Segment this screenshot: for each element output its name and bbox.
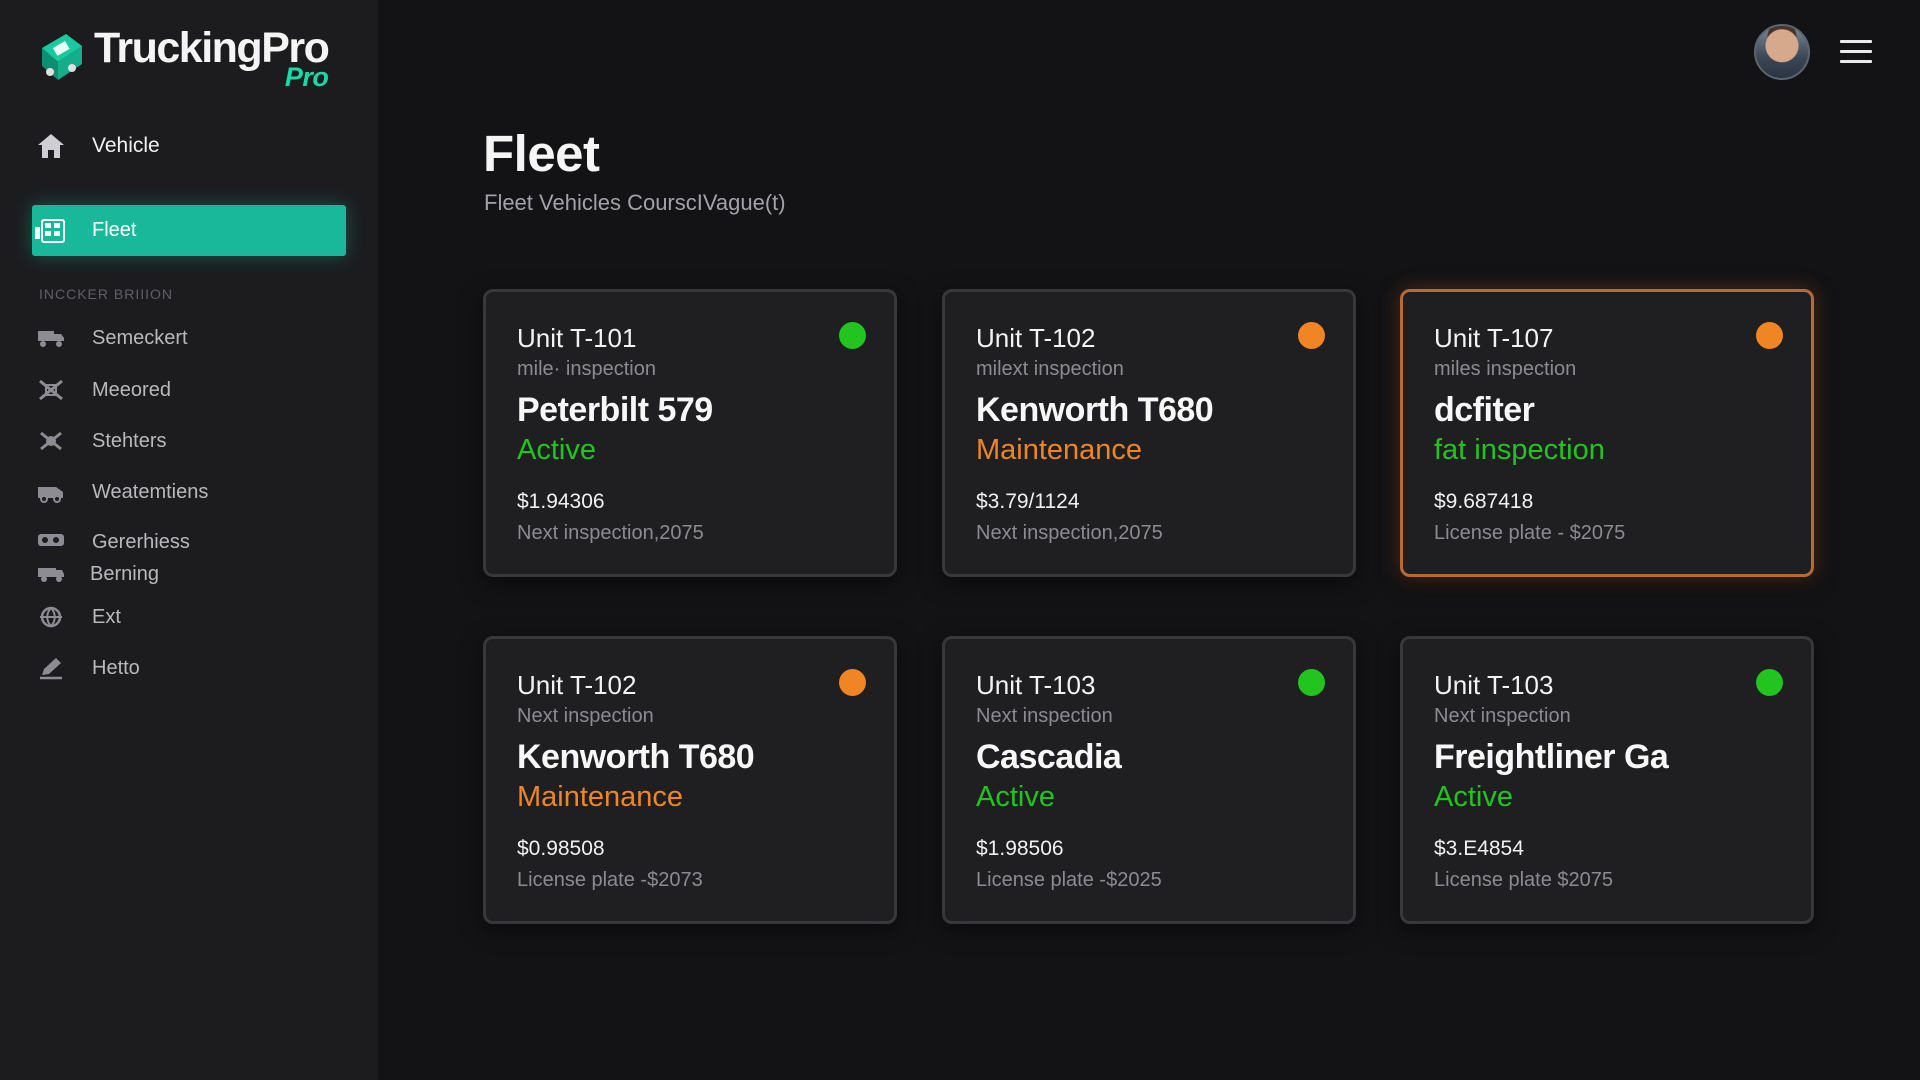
card-status: Maintenance — [517, 781, 684, 813]
wrench-icon — [40, 431, 62, 451]
tools-icon — [39, 379, 63, 401]
status-dot-icon — [1756, 322, 1783, 349]
nav-item-label: Gererhiess — [92, 530, 190, 553]
card-price: $9.687418 — [1434, 490, 1534, 513]
card-model: Freightliner Ga — [1434, 738, 1669, 776]
card-price: $3.E4854 — [1434, 837, 1524, 860]
truck-icon — [38, 331, 64, 347]
globe-icon — [40, 606, 62, 628]
nav-item-vehicle[interactable]: Vehicle — [36, 132, 160, 160]
nav-item-meeored[interactable]: Meeored — [36, 373, 171, 407]
card-unit: Unit T-103 — [976, 670, 1096, 700]
user-avatar[interactable] — [1754, 24, 1810, 80]
card-subtitle: miles inspection — [1434, 358, 1577, 380]
card-model: Peterbilt 579 — [517, 391, 713, 429]
nav-item-ext[interactable]: Ext — [36, 600, 121, 634]
cargo-sub-icon — [36, 564, 66, 589]
app-logo[interactable]: TruckingPro Pro — [36, 25, 330, 92]
vehicle-card[interactable]: Unit T-102 Next inspection Kenworth T680… — [483, 636, 897, 924]
truck-logo-icon — [42, 34, 82, 80]
nav-item-stehters[interactable]: Stehters — [36, 424, 166, 458]
nav-item-label: Ext — [92, 605, 121, 628]
cargo-icon — [38, 534, 64, 546]
vehicle-card[interactable]: Unit T-103 Next inspection Freightliner … — [1400, 636, 1814, 924]
card-price: $1.98506 — [976, 837, 1064, 860]
status-dot-icon — [839, 322, 866, 349]
card-footer: Next inspection,2075 — [517, 522, 704, 544]
card-footer: Next inspection,2075 — [976, 522, 1163, 544]
nav-item-sublabel[interactable]: Berning — [90, 563, 159, 586]
nav-item-label: Meeored — [92, 378, 171, 401]
home-icon — [38, 134, 64, 158]
card-subtitle: Next inspection — [517, 705, 654, 727]
card-unit: Unit T-102 — [517, 670, 637, 700]
card-status: Active — [1434, 781, 1513, 813]
card-status: Maintenance — [976, 434, 1143, 466]
app-badge: Pro — [284, 62, 329, 92]
status-dot-icon — [1756, 669, 1783, 696]
card-subtitle: Next inspection — [1434, 705, 1571, 727]
card-price: $0.98508 — [517, 837, 605, 860]
card-model: Cascadia — [976, 738, 1122, 776]
card-footer: License plate $2075 — [1434, 869, 1614, 891]
status-dot-icon — [839, 669, 866, 696]
sidebar: TruckingPro Pro Vehicle Fleet INCCKER BR… — [0, 0, 378, 1080]
card-model: Kenworth T680 — [517, 738, 755, 776]
hamburger-icon[interactable] — [1840, 40, 1872, 64]
fleet-icon — [35, 218, 65, 243]
card-footer: License plate ‑$2073 — [517, 869, 703, 891]
nav-item-label: Fleet — [92, 219, 137, 241]
card-price: $3.79/1124 — [976, 490, 1080, 513]
vehicle-card[interactable]: Unit T-103 Next inspection Cascadia Acti… — [942, 636, 1356, 924]
vehicle-card[interactable]: Unit T-102 milext inspection Kenworth T6… — [942, 289, 1356, 577]
card-subtitle: milext inspection — [976, 358, 1124, 380]
edit-icon — [40, 658, 62, 680]
card-footer: License plate ‑$2025 — [976, 869, 1162, 891]
nav-item-label: Semeckert — [92, 326, 188, 349]
nav-item-label: Stehters — [92, 429, 167, 452]
card-footer: License plate ‑ $2075 — [1434, 522, 1626, 544]
card-unit: Unit T-102 — [976, 323, 1096, 353]
card-model: dcfiter — [1434, 391, 1535, 429]
status-dot-icon — [1298, 322, 1325, 349]
page-title: Fleet — [483, 125, 600, 182]
nav-item-label: Vehicle — [92, 134, 160, 157]
card-price: $1.94306 — [517, 490, 605, 513]
vehicle-card[interactable]: Unit T-107 miles inspection dcfiter fat … — [1400, 289, 1814, 577]
nav-item-label: Weatemtiens — [92, 480, 209, 503]
card-unit: Unit T-101 — [517, 323, 637, 353]
nav-item-semeckert[interactable]: Semeckert — [36, 321, 188, 355]
nav-item-hetto[interactable]: Hetto — [36, 651, 140, 685]
page-subtitle: Fleet Vehicles CourscIVague(t) — [484, 190, 786, 215]
card-model: Kenworth T680 — [976, 391, 1214, 429]
card-subtitle: Next inspection — [976, 705, 1113, 727]
card-unit: Unit T-107 — [1434, 323, 1554, 353]
nav-item-weatemtiens[interactable]: Weatemtiens — [36, 475, 208, 509]
card-subtitle: mile· inspection — [517, 358, 656, 380]
card-unit: Unit T-103 — [1434, 670, 1554, 700]
nav-item-label: Hetto — [92, 656, 140, 679]
status-dot-icon — [1298, 669, 1325, 696]
section-header: INCCKER BRIIION — [39, 286, 174, 302]
card-status: fat inspection — [1434, 434, 1605, 466]
nav-item-gererhiess[interactable]: Gererhiess — [36, 525, 190, 559]
van-icon — [38, 487, 63, 503]
nav-item-fleet[interactable]: Fleet — [32, 205, 346, 256]
card-status: Active — [517, 434, 596, 466]
card-status: Active — [976, 781, 1055, 813]
vehicle-card[interactable]: Unit T-101 mile· inspection Peterbilt 57… — [483, 289, 897, 577]
